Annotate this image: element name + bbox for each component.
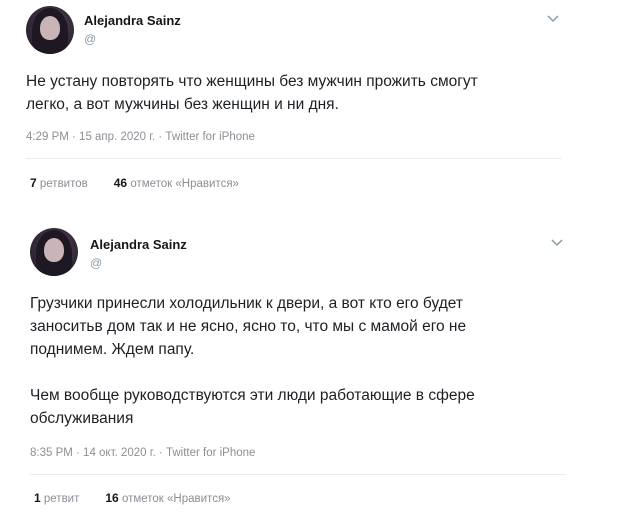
user-handle[interactable]: @ xyxy=(90,256,102,270)
avatar[interactable] xyxy=(30,228,78,276)
tweet-stats: 1 ретвит 16 отметок «Нравится» xyxy=(34,491,231,505)
chevron-down-icon[interactable] xyxy=(546,14,560,24)
user-handle[interactable]: @ xyxy=(84,32,96,46)
avatar[interactable] xyxy=(26,6,74,54)
retweets-count[interactable]: 7 xyxy=(30,176,37,190)
user-name[interactable]: Alejandra Sainz xyxy=(84,13,181,28)
tweet-timestamp[interactable]: 8:35 PM · 14 окт. 2020 г. · Twitter for … xyxy=(30,447,255,459)
tweet-text: Не устану повторять что женщины без мужч… xyxy=(26,73,478,113)
retweets-count[interactable]: 1 xyxy=(34,491,41,505)
likes-count[interactable]: 46 xyxy=(114,176,127,190)
divider xyxy=(26,158,562,159)
tweet-text: Грузчики принесли холодильник к двери, а… xyxy=(30,295,475,427)
chevron-down-icon[interactable] xyxy=(550,238,564,248)
likes-count[interactable]: 16 xyxy=(105,491,118,505)
likes-label[interactable]: отметок «Нравится» xyxy=(130,178,239,190)
tweet-timestamp[interactable]: 4:29 PM · 15 апр. 2020 г. · Twitter for … xyxy=(26,131,255,143)
likes-label[interactable]: отметок «Нравится» xyxy=(122,493,231,505)
divider xyxy=(30,474,566,475)
retweets-label[interactable]: ретвит xyxy=(44,493,79,505)
user-name[interactable]: Alejandra Sainz xyxy=(90,237,187,252)
retweets-label[interactable]: ретвитов xyxy=(40,178,88,190)
tweet-stats: 7 ретвитов 46 отметок «Нравится» xyxy=(30,176,239,190)
